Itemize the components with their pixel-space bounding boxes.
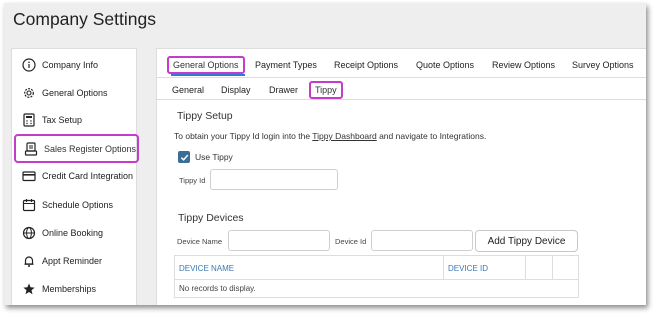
sidebar-item-credit-card-integration[interactable]: Credit Card Integration xyxy=(12,165,138,187)
sidebar-item-company-info[interactable]: Company Info xyxy=(12,54,138,76)
tab-review-options[interactable]: Review Options xyxy=(492,60,555,70)
sidebar-item-online-booking[interactable]: Online Booking xyxy=(12,222,138,244)
info-suffix: and navigate to Integrations. xyxy=(376,131,487,141)
empty-table-message: No records to display. xyxy=(179,284,256,293)
tippy-info-text: To obtain your Tippy Id login into the T… xyxy=(174,131,486,141)
column-action-2 xyxy=(553,256,578,280)
sidebar: Company Info General Options Tax Setup S… xyxy=(11,48,139,305)
device-name-label: Device Name xyxy=(177,237,223,246)
use-tippy-label: Use Tippy xyxy=(195,152,233,162)
calendar-icon xyxy=(22,198,36,212)
tippy-devices-table: DEVICE NAME DEVICE ID No records to disp… xyxy=(174,255,579,298)
sidebar-item-sales-register-options[interactable]: Sales Register Options xyxy=(14,134,139,163)
bell-icon xyxy=(22,254,36,268)
sidebar-item-label: General Options xyxy=(42,88,108,98)
page-title: Company Settings xyxy=(13,9,156,29)
sidebar-item-general-options[interactable]: General Options xyxy=(12,82,138,104)
sidebar-item-memberships[interactable]: Memberships xyxy=(12,278,138,300)
tab-payment-types[interactable]: Payment Types xyxy=(255,60,317,70)
tab-receipt-options[interactable]: Receipt Options xyxy=(334,60,398,70)
top-tab-bar: General Options Payment Types Receipt Op… xyxy=(157,49,646,78)
device-id-label: Device Id xyxy=(335,237,367,246)
calculator-icon xyxy=(22,113,36,127)
sidebar-item-label: Appt Reminder xyxy=(42,256,103,266)
sidebar-item-schedule-options[interactable]: Schedule Options xyxy=(12,194,138,216)
register-icon xyxy=(24,141,38,156)
sidebar-item-label: Online Booking xyxy=(42,228,104,238)
tab-tippy[interactable]: Tippy xyxy=(309,81,343,99)
tab-drawer[interactable]: Drawer xyxy=(269,85,298,95)
tab-general[interactable]: General xyxy=(172,85,204,95)
credit-card-icon xyxy=(22,169,36,183)
tab-display[interactable]: Display xyxy=(221,85,251,95)
active-tab-indicator xyxy=(171,74,245,76)
sidebar-item-label: Memberships xyxy=(42,284,97,294)
tippy-dashboard-link[interactable]: Tippy Dashboard xyxy=(312,131,376,141)
sidebar-item-label: Credit Card Integration xyxy=(42,171,134,181)
column-action-1 xyxy=(526,256,553,280)
tippy-id-input[interactable] xyxy=(210,169,338,190)
globe-icon xyxy=(22,226,36,240)
column-device-id[interactable]: DEVICE ID xyxy=(444,256,526,280)
star-icon xyxy=(22,282,36,296)
tab-general-options[interactable]: General Options xyxy=(167,56,245,74)
tippy-setup-heading: Tippy Setup xyxy=(177,110,233,122)
sidebar-item-label: Sales Register Options xyxy=(44,143,137,154)
settings-panel: General Options Payment Types Receipt Op… xyxy=(156,48,646,305)
tab-survey-options[interactable]: Survey Options xyxy=(572,60,634,70)
tab-quote-options[interactable]: Quote Options xyxy=(416,60,474,70)
settings-window: Company Settings Company Info General Op… xyxy=(4,3,646,305)
device-id-input[interactable] xyxy=(371,230,473,251)
info-icon xyxy=(22,58,36,72)
sidebar-item-label: Tax Setup xyxy=(42,115,83,125)
column-device-name[interactable]: DEVICE NAME xyxy=(175,256,444,280)
sidebar-item-appt-reminder[interactable]: Appt Reminder xyxy=(12,250,138,272)
use-tippy-checkbox[interactable] xyxy=(178,151,190,163)
add-tippy-device-button[interactable]: Add Tippy Device xyxy=(475,230,578,252)
checkmark-icon xyxy=(180,154,188,161)
tippy-id-label: Tippy Id xyxy=(179,176,206,185)
device-name-input[interactable] xyxy=(228,230,330,251)
sidebar-item-tax-setup[interactable]: Tax Setup xyxy=(12,109,138,131)
sidebar-item-label: Company Info xyxy=(42,60,99,70)
tippy-devices-heading: Tippy Devices xyxy=(178,212,244,224)
sidebar-item-label: Schedule Options xyxy=(42,200,114,210)
sub-tab-bar: General Display Drawer Tippy xyxy=(157,78,646,100)
table-header: DEVICE NAME DEVICE ID xyxy=(175,256,578,280)
gear-icon xyxy=(22,86,36,100)
info-prefix: To obtain your Tippy Id login into the xyxy=(174,131,313,141)
